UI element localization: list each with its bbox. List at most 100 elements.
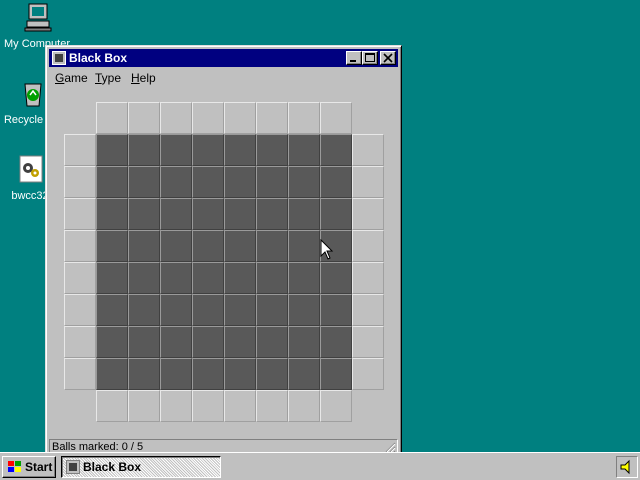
board-cell[interactable] [288, 358, 320, 390]
board-cell[interactable] [96, 262, 128, 294]
edge-cell-top[interactable] [192, 102, 224, 134]
maximize-button[interactable] [362, 51, 378, 65]
board-cell[interactable] [128, 134, 160, 166]
board-cell[interactable] [96, 326, 128, 358]
board-cell[interactable] [128, 198, 160, 230]
edge-cell-top[interactable] [256, 102, 288, 134]
board-cell[interactable] [256, 134, 288, 166]
edge-cell-bottom[interactable] [160, 390, 192, 422]
edge-cell-bottom[interactable] [128, 390, 160, 422]
board-cell[interactable] [160, 166, 192, 198]
board-cell[interactable] [192, 198, 224, 230]
board-cell[interactable] [224, 262, 256, 294]
close-button[interactable] [380, 51, 396, 65]
board-cell[interactable] [320, 262, 352, 294]
edge-cell-left[interactable] [64, 326, 96, 358]
board-cell[interactable] [320, 134, 352, 166]
edge-cell-right[interactable] [352, 262, 384, 294]
edge-cell-left[interactable] [64, 294, 96, 326]
start-button[interactable]: Start [2, 456, 56, 478]
board-cell[interactable] [320, 294, 352, 326]
board-cell[interactable] [160, 262, 192, 294]
board-cell[interactable] [288, 326, 320, 358]
black-box-window[interactable]: Black Box Game Type Help Balls marked: 0… [45, 45, 402, 459]
board-cell[interactable] [256, 166, 288, 198]
board-cell[interactable] [224, 326, 256, 358]
board-cell[interactable] [288, 198, 320, 230]
board-cell[interactable] [320, 198, 352, 230]
board-cell[interactable] [128, 326, 160, 358]
board-cell[interactable] [256, 198, 288, 230]
board-cell[interactable] [256, 294, 288, 326]
board-cell[interactable] [288, 230, 320, 262]
edge-cell-top[interactable] [288, 102, 320, 134]
board-cell[interactable] [160, 198, 192, 230]
board-cell[interactable] [192, 166, 224, 198]
board-cell[interactable] [128, 262, 160, 294]
board-cell[interactable] [224, 198, 256, 230]
edge-cell-top[interactable] [96, 102, 128, 134]
edge-cell-right[interactable] [352, 326, 384, 358]
edge-cell-bottom[interactable] [96, 390, 128, 422]
edge-cell-left[interactable] [64, 358, 96, 390]
board-cell[interactable] [192, 230, 224, 262]
board-cell[interactable] [160, 294, 192, 326]
edge-cell-top[interactable] [160, 102, 192, 134]
edge-cell-right[interactable] [352, 294, 384, 326]
board-cell[interactable] [192, 358, 224, 390]
board-cell[interactable] [224, 134, 256, 166]
edge-cell-bottom[interactable] [288, 390, 320, 422]
edge-cell-right[interactable] [352, 230, 384, 262]
edge-cell-right[interactable] [352, 134, 384, 166]
board-cell[interactable] [288, 262, 320, 294]
board-cell[interactable] [320, 358, 352, 390]
board-cell[interactable] [128, 294, 160, 326]
board-cell[interactable] [96, 198, 128, 230]
board-cell[interactable] [128, 358, 160, 390]
menu-help[interactable]: Help [131, 71, 156, 85]
edge-cell-right[interactable] [352, 166, 384, 198]
edge-cell-top[interactable] [320, 102, 352, 134]
board-cell[interactable] [160, 326, 192, 358]
minimize-button[interactable] [346, 51, 362, 65]
edge-cell-bottom[interactable] [192, 390, 224, 422]
edge-cell-bottom[interactable] [224, 390, 256, 422]
menu-type[interactable]: Type [95, 71, 121, 85]
edge-cell-right[interactable] [352, 358, 384, 390]
edge-cell-left[interactable] [64, 198, 96, 230]
board-cell[interactable] [320, 326, 352, 358]
board-cell[interactable] [128, 166, 160, 198]
board-cell[interactable] [256, 230, 288, 262]
board-cell[interactable] [320, 166, 352, 198]
board-cell[interactable] [96, 358, 128, 390]
edge-cell-left[interactable] [64, 166, 96, 198]
edge-cell-left[interactable] [64, 134, 96, 166]
speaker-icon[interactable] [617, 457, 637, 477]
board-cell[interactable] [288, 134, 320, 166]
edge-cell-bottom[interactable] [320, 390, 352, 422]
board-cell[interactable] [256, 262, 288, 294]
taskbar-item-black-box[interactable]: Black Box [61, 456, 221, 478]
board-cell[interactable] [224, 294, 256, 326]
desktop-icon-my-computer[interactable]: My Computer [2, 2, 72, 50]
edge-cell-top[interactable] [128, 102, 160, 134]
board-cell[interactable] [192, 326, 224, 358]
board-cell[interactable] [192, 294, 224, 326]
board-cell[interactable] [256, 326, 288, 358]
edge-cell-top[interactable] [224, 102, 256, 134]
edge-cell-bottom[interactable] [256, 390, 288, 422]
board-cell[interactable] [288, 166, 320, 198]
board-cell[interactable] [224, 230, 256, 262]
board-cell[interactable] [96, 294, 128, 326]
edge-cell-left[interactable] [64, 262, 96, 294]
board-cell[interactable] [96, 166, 128, 198]
board-cell[interactable] [96, 134, 128, 166]
board-cell[interactable] [224, 358, 256, 390]
edge-cell-right[interactable] [352, 198, 384, 230]
board-cell[interactable] [160, 230, 192, 262]
board-cell[interactable] [160, 358, 192, 390]
title-bar[interactable]: Black Box [49, 49, 398, 67]
board-cell[interactable] [224, 166, 256, 198]
edge-cell-left[interactable] [64, 230, 96, 262]
board-cell[interactable] [288, 294, 320, 326]
